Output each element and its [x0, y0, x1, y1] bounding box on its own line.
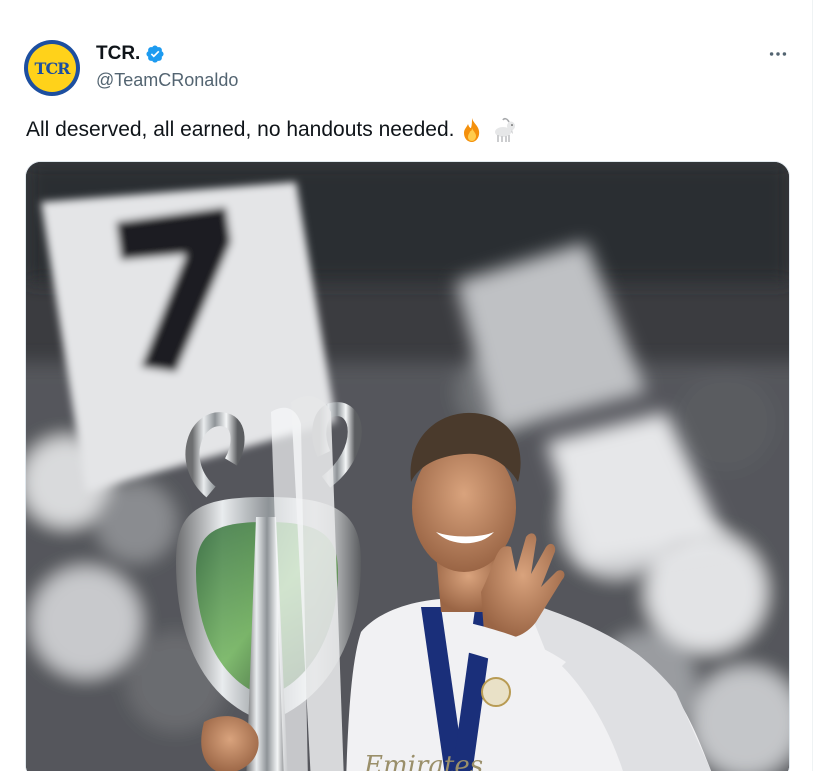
tweet-text-row: All deserved, all earned, no handouts ne…: [26, 116, 518, 144]
fire-emoji-icon: [458, 116, 486, 144]
avatar-logo: TCR: [28, 44, 76, 92]
column-divider: [812, 0, 813, 771]
avatar[interactable]: TCR: [24, 40, 80, 96]
verified-badge-icon[interactable]: [145, 44, 165, 64]
author-name-row[interactable]: TCR.: [96, 43, 165, 65]
more-button[interactable]: [764, 40, 792, 68]
tweet: TCR TCR. @TeamCRonaldo All deserved, all…: [0, 0, 812, 771]
more-horizontal-icon: [769, 52, 787, 56]
goat-emoji-icon: [490, 116, 518, 144]
shirt-sponsor-text: Emirates: [363, 751, 483, 771]
tweet-text: All deserved, all earned, no handouts ne…: [26, 118, 455, 141]
tweet-photo[interactable]: Emirates: [25, 161, 790, 771]
author-handle[interactable]: @TeamCRonaldo: [96, 70, 238, 91]
tweet-page: TCR TCR. @TeamCRonaldo All deserved, all…: [0, 0, 839, 771]
author-display-name[interactable]: TCR.: [96, 43, 140, 65]
